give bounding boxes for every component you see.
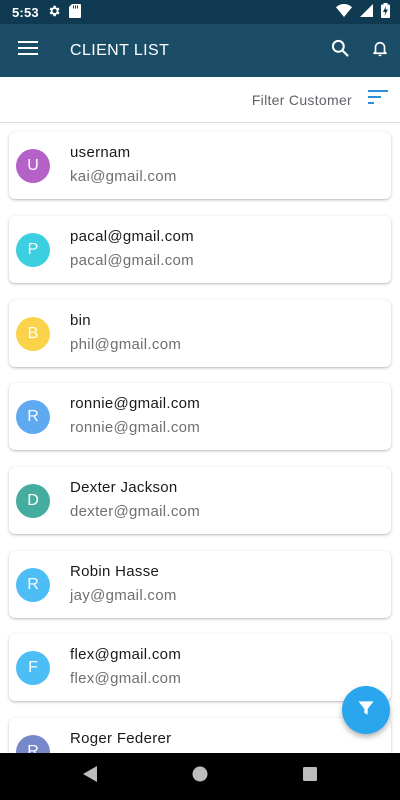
back-triangle-icon [83,766,97,787]
status-time: 5:53 [12,4,39,20]
search-button[interactable] [320,24,360,77]
client-card[interactable]: U usernam kai@gmail.com [9,132,391,199]
avatar: B [16,317,50,351]
avatar: F [16,651,50,685]
client-card[interactable]: R Roger Federer [9,718,391,753]
status-left: 5:53 [12,3,81,21]
client-card[interactable]: P pacal@gmail.com pacal@gmail.com [9,216,391,283]
client-email: phil@gmail.com [70,336,182,353]
menu-button[interactable] [0,24,56,77]
status-bar: 5:53 [0,0,400,24]
client-email: flex@gmail.com [70,670,182,687]
wifi-icon [336,4,352,20]
avatar: D [16,484,50,518]
battery-charging-icon [381,3,390,21]
nav-back-button[interactable] [35,753,145,800]
menu-icon [18,40,38,61]
client-name: ronnie@gmail.com [70,395,201,412]
cell-signal-icon [360,4,373,20]
client-card[interactable]: B bin phil@gmail.com [9,300,391,367]
sort-icon [368,90,388,109]
client-email: dexter@gmail.com [70,503,201,520]
client-name: Dexter Jackson [70,479,178,496]
client-email: kai@gmail.com [70,168,177,185]
filter-customer-label[interactable]: Filter Customer [252,92,352,108]
nav-recents-button[interactable] [255,753,365,800]
client-card[interactable]: D Dexter Jackson dexter@gmail.com [9,467,391,534]
bell-icon [371,38,389,63]
avatar: R [16,735,50,753]
client-name: Robin Hasse [70,563,160,580]
avatar: U [16,149,50,183]
client-name: pacal@gmail.com [70,228,194,245]
settings-gear-icon [47,4,61,21]
client-card[interactable]: R Robin Hasse jay@gmail.com [9,551,391,618]
sort-button[interactable] [366,88,390,112]
nav-home-button[interactable] [145,753,255,800]
system-nav-bar [0,753,400,800]
client-email: pacal@gmail.com [70,252,194,269]
client-list: U usernam kai@gmail.com P pacal@gmail.co… [0,123,400,753]
client-name: flex@gmail.com [70,646,182,663]
app-bar: CLIENT LIST [0,24,400,77]
notifications-button[interactable] [360,24,400,77]
client-name: Roger Federer [70,730,172,747]
client-card[interactable]: R ronnie@gmail.com ronnie@gmail.com [9,383,391,450]
sd-card-icon [68,3,81,21]
funnel-icon [356,698,376,723]
filter-bar: Filter Customer [0,77,400,123]
avatar: P [16,233,50,267]
search-icon [330,38,350,63]
avatar: R [16,568,50,602]
client-email: jay@gmail.com [70,587,177,604]
client-name: bin [70,312,91,329]
client-card[interactable]: F flex@gmail.com flex@gmail.com [9,634,391,701]
page-title: CLIENT LIST [70,41,170,59]
client-name: usernam [70,144,131,161]
status-right [336,3,390,21]
filter-fab[interactable] [342,686,390,734]
home-circle-icon [192,766,208,787]
recents-square-icon [303,767,317,786]
client-email: ronnie@gmail.com [70,419,201,436]
avatar: R [16,400,50,434]
